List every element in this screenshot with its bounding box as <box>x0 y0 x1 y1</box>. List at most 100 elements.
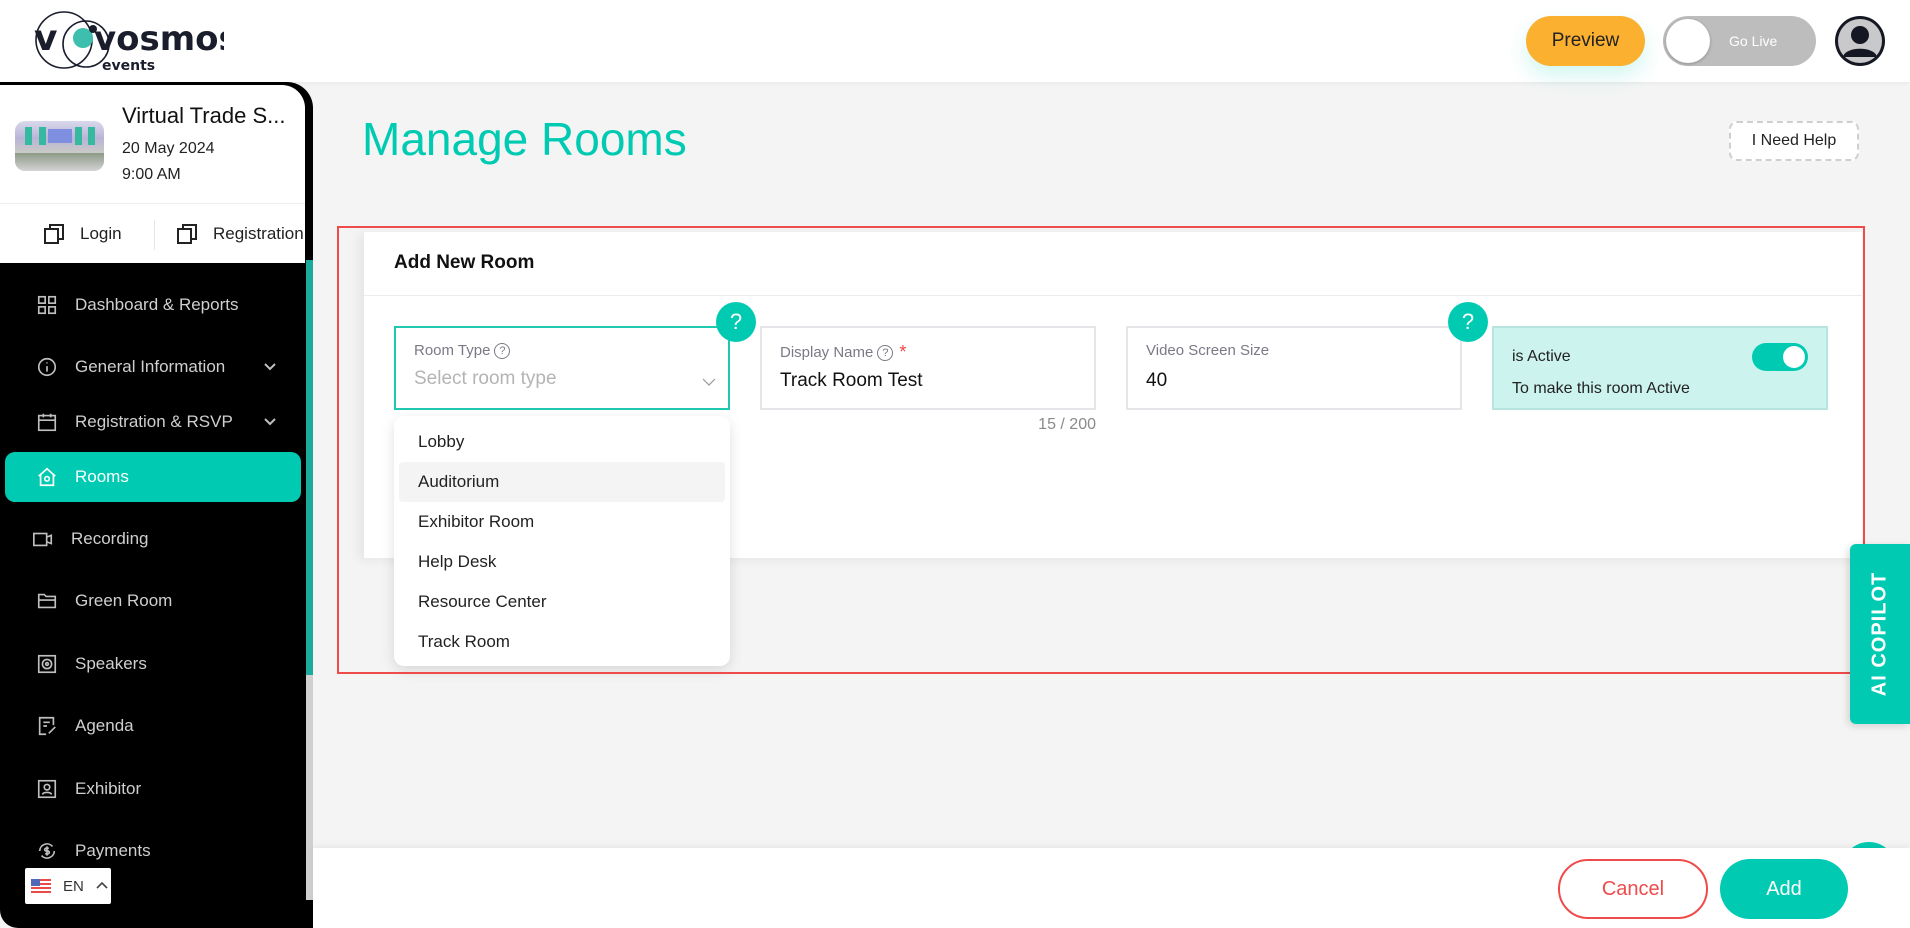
chevron-down-icon[interactable] <box>263 359 277 373</box>
go-live-knob <box>1666 19 1710 63</box>
copy-registration-link[interactable]: Registration <box>175 204 304 264</box>
top-header: v vosmos events Preview Go Live <box>0 0 1910 82</box>
display-name-label-text: Display Name <box>780 344 874 361</box>
sidebar-item-label: Exhibitor <box>75 779 142 798</box>
card-header: Add New Room <box>364 232 1862 296</box>
sidebar: Virtual Trade S... 20 May 2024 9:00 AM L… <box>0 82 313 928</box>
video-screen-size-label: Video Screen Size <box>1146 342 1269 359</box>
room-type-label: Room Type ? <box>414 342 511 359</box>
is-active-description: To make this room Active <box>1512 380 1690 397</box>
us-flag-icon <box>31 879 51 893</box>
required-mark: * <box>899 342 907 362</box>
chevron-down-icon[interactable] <box>263 414 277 428</box>
grid-icon <box>35 293 59 317</box>
copy-icon <box>44 224 64 244</box>
event-links: Login Registration <box>0 203 305 263</box>
logo-mark: v vosmos events <box>34 11 239 74</box>
video-screen-size-field: Video Screen Size <box>1126 326 1462 410</box>
sidebar-item-label: Agenda <box>75 716 134 735</box>
dropdown-option-track-room[interactable]: Track Room <box>399 622 725 662</box>
video-icon <box>31 527 55 551</box>
dropdown-option-lobby[interactable]: Lobby <box>399 422 725 462</box>
sidebar-item-label: Green Room <box>75 591 173 610</box>
go-live-toggle[interactable]: Go Live <box>1663 16 1816 66</box>
footer-bar: Cancel Add <box>313 848 1910 928</box>
video-screen-size-input[interactable] <box>1146 370 1436 392</box>
registration-link-label: Registration <box>213 224 304 243</box>
dropdown-option-resource-center[interactable]: Resource Center <box>399 582 725 622</box>
video-size-help-bubble[interactable]: ? <box>1448 302 1488 342</box>
login-link-label: Login <box>80 224 122 243</box>
sidebar-item-speakers[interactable]: Speakers <box>5 639 301 689</box>
user-avatar[interactable] <box>1835 16 1885 66</box>
is-active-toggle[interactable] <box>1752 343 1808 371</box>
vosmos-logo[interactable]: v vosmos events <box>24 8 239 76</box>
chevron-down-icon <box>702 378 716 386</box>
agenda-icon <box>35 714 59 738</box>
preview-button[interactable]: Preview <box>1526 16 1645 66</box>
ai-copilot-tab[interactable]: AI COPILOT <box>1850 544 1910 724</box>
info-icon <box>35 355 59 379</box>
sidebar-item-label: Speakers <box>75 654 147 673</box>
dropdown-option-help-desk[interactable]: Help Desk <box>399 542 725 582</box>
sidebar-item-label: Recording <box>71 529 149 548</box>
sidebar-item-recording[interactable]: Recording <box>5 514 301 564</box>
dropdown-option-exhibitor-room[interactable]: Exhibitor Room <box>399 502 725 542</box>
character-counter: 15 / 200 <box>1038 416 1096 433</box>
language-selector[interactable]: EN <box>25 868 111 904</box>
toggle-knob <box>1783 346 1805 368</box>
sidebar-item-dashboard-reports[interactable]: Dashboard & Reports <box>5 280 301 330</box>
page-title: Manage Rooms <box>362 113 687 165</box>
room-type-label-text: Room Type <box>414 342 491 359</box>
is-active-panel: is Active To make this room Active <box>1492 326 1828 410</box>
copy-icon <box>177 224 197 244</box>
display-name-input[interactable] <box>780 370 1070 392</box>
event-title: Virtual Trade S... <box>122 103 286 128</box>
room-type-dropdown: Lobby Auditorium Exhibitor Room Help Des… <box>394 416 730 666</box>
room-type-select[interactable]: Room Type ? Select room type <box>394 326 730 410</box>
links-divider <box>154 220 155 250</box>
room-type-help-bubble[interactable]: ? <box>716 302 756 342</box>
sidebar-item-exhibitor[interactable]: Exhibitor <box>5 764 301 814</box>
need-help-button[interactable]: I Need Help <box>1729 121 1859 161</box>
event-card: Virtual Trade S... 20 May 2024 9:00 AM L… <box>0 82 308 263</box>
logo-subtext: events <box>102 58 155 74</box>
svg-text:v: v <box>34 18 57 59</box>
event-time: 9:00 AM <box>122 166 181 183</box>
sidebar-item-rooms[interactable]: Rooms <box>5 452 301 502</box>
sidebar-item-general-information[interactable]: General Information <box>5 342 301 392</box>
go-live-label: Go Live <box>1729 33 1778 49</box>
add-button[interactable]: Add <box>1720 859 1848 919</box>
chevron-up-icon <box>96 881 108 889</box>
sidebar-item-label: General Information <box>75 357 226 376</box>
copy-login-link[interactable]: Login <box>42 204 122 264</box>
card-title: Add New Room <box>394 252 535 273</box>
language-code: EN <box>63 877 84 895</box>
payments-icon <box>35 839 59 863</box>
sidebar-item-green-room[interactable]: Green Room <box>5 576 301 626</box>
event-thumbnail <box>15 121 104 171</box>
sidebar-item-label: Payments <box>75 841 151 860</box>
sidebar-item-label: Dashboard & Reports <box>75 295 239 314</box>
sidebar-item-label: Rooms <box>75 467 129 486</box>
ai-copilot-label: AI COPILOT <box>1868 571 1891 697</box>
video-screen-size-label-text: Video Screen Size <box>1146 342 1270 359</box>
logo-text: vosmos <box>94 19 224 59</box>
sidebar-item-label: Registration & RSVP <box>75 412 233 431</box>
sidebar-scrollbar[interactable] <box>306 260 313 928</box>
user-icon <box>1838 19 1882 63</box>
sidebar-item-agenda[interactable]: Agenda <box>5 701 301 751</box>
help-circle-icon[interactable]: ? <box>494 342 511 359</box>
cancel-button[interactable]: Cancel <box>1558 859 1708 919</box>
display-name-field: Display Name ? * <box>760 326 1096 410</box>
dropdown-option-auditorium[interactable]: Auditorium <box>399 462 725 502</box>
help-circle-icon[interactable]: ? <box>877 344 894 361</box>
house-icon <box>35 465 59 489</box>
sidebar-item-registration-rsvp[interactable]: Registration & RSVP <box>5 397 301 447</box>
scrollbar-thumb[interactable] <box>306 260 313 675</box>
folder-icon <box>35 589 59 613</box>
calendar-icon <box>35 410 59 434</box>
room-type-placeholder: Select room type <box>414 368 557 389</box>
is-active-label: is Active <box>1512 348 1571 365</box>
display-name-label: Display Name ? * <box>780 342 906 363</box>
